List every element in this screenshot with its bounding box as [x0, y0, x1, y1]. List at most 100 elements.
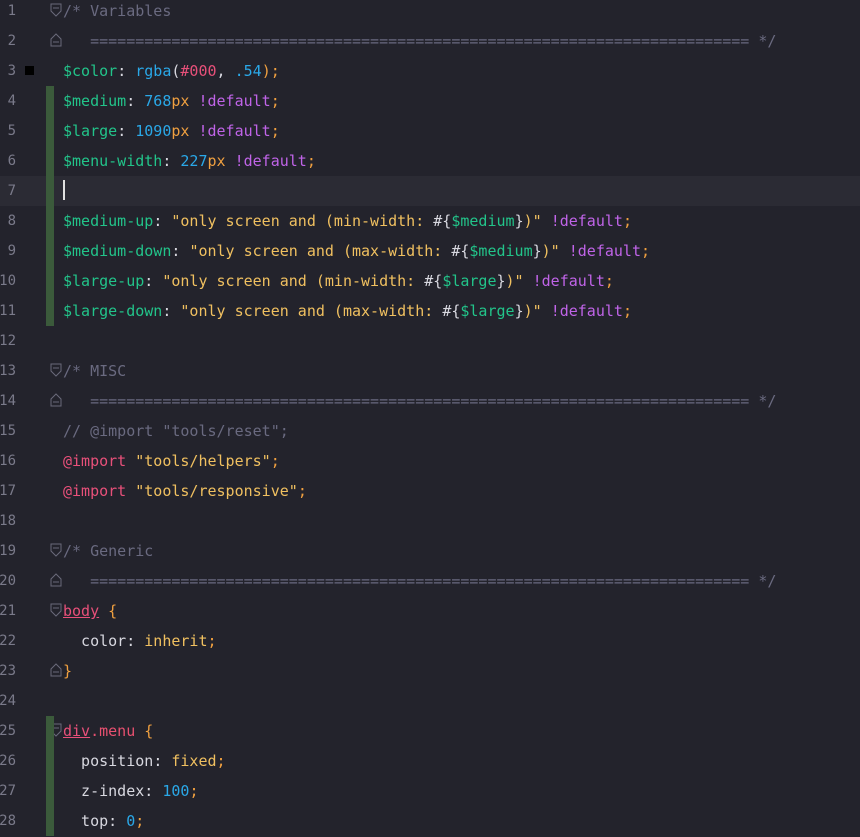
line-number: 9 [0, 236, 16, 266]
line-number-text: 3 [7, 63, 16, 79]
code-line[interactable]: 25 div.menu { [0, 716, 860, 746]
code-line[interactable]: 13 /* MISC [0, 356, 860, 386]
line-number: 23 [0, 656, 16, 686]
code-token: "tools/helpers" [135, 452, 271, 470]
code-line[interactable]: 6 $menu-width: 227px !default; [0, 146, 860, 176]
line-number-text: 28 [0, 813, 16, 829]
fold-marker-icon[interactable] [50, 663, 62, 677]
line-number-text: 6 [7, 153, 16, 169]
code-line[interactable]: 22 color: inherit; [0, 626, 860, 656]
line-number-text: 15 [0, 423, 16, 439]
fold-marker-icon[interactable] [50, 363, 62, 377]
code-token: : [117, 122, 136, 140]
code-line[interactable]: 12 [0, 326, 860, 356]
line-number-text: 22 [0, 633, 16, 649]
code-token: )" [523, 302, 542, 320]
code-text: @import "tools/responsive"; [63, 476, 307, 506]
code-text: color: inherit; [63, 626, 216, 656]
fold-marker-icon[interactable] [50, 543, 62, 557]
code-line[interactable]: 21 body { [0, 596, 860, 626]
code-token: .54 [234, 62, 262, 80]
line-number: 3 [0, 56, 16, 86]
line-number: 20 [0, 566, 16, 596]
code-token: !default [198, 122, 271, 140]
code-line[interactable]: 15 // @import "tools/reset"; [0, 416, 860, 446]
fold-marker-icon[interactable] [50, 3, 62, 17]
line-number: 12 [0, 326, 16, 356]
code-token: : [144, 272, 163, 290]
code-line[interactable]: 19 /* Generic [0, 536, 860, 566]
code-token: ; [135, 812, 145, 830]
code-line[interactable]: 10 $large-up: "only screen and (min-width… [0, 266, 860, 296]
code-text: /* Variables [63, 0, 171, 26]
fold-marker-icon[interactable] [50, 33, 62, 47]
fold-marker-icon[interactable] [50, 603, 62, 617]
code-line[interactable]: 8 $medium-up: "only screen and (min-width… [0, 206, 860, 236]
code-token: ; [270, 92, 280, 110]
code-token: ; [622, 302, 632, 320]
code-line[interactable]: 4 $medium: 768px !default; [0, 86, 860, 116]
code-line[interactable]: 14 =====================================… [0, 386, 860, 416]
line-number-text: 21 [0, 603, 16, 619]
line-number: 4 [0, 86, 16, 116]
line-number: 25 [0, 716, 16, 746]
line-number-text: 11 [0, 303, 16, 319]
code-token: } [63, 662, 73, 680]
code-token: !default [550, 212, 623, 230]
code-token: #{ [442, 302, 461, 320]
code-token: px [171, 92, 190, 110]
line-number-text: 12 [0, 333, 16, 349]
code-token: position [63, 752, 154, 770]
code-line[interactable]: 7 [0, 176, 860, 206]
line-number: 21 [0, 596, 16, 626]
line-number-text: 2 [7, 33, 16, 49]
code-token: // @import "tools/reset"; [63, 422, 289, 440]
code-line[interactable]: 20 =====================================… [0, 566, 860, 596]
code-token: } [514, 212, 524, 230]
code-token: #{ [424, 272, 443, 290]
code-line[interactable]: 18 [0, 506, 860, 536]
code-token: ; [604, 272, 614, 290]
code-line[interactable]: 17 @import "tools/responsive"; [0, 476, 860, 506]
code-text: $medium-down: "only screen and (max-widt… [63, 236, 650, 266]
change-marker [46, 716, 54, 836]
code-line[interactable]: 3 $color: rgba(#000, .54); [0, 56, 860, 86]
line-number: 22 [0, 626, 16, 656]
line-number: 27 [0, 776, 16, 806]
code-token: )" [505, 272, 524, 290]
code-token: ; [270, 122, 280, 140]
code-line[interactable]: 23} [0, 656, 860, 686]
code-line[interactable]: 28 top: 0; [0, 806, 860, 836]
code-line[interactable]: 5 $large: 1090px !default; [0, 116, 860, 146]
code-text: $medium: 768px !default; [63, 86, 280, 116]
line-number: 10 [0, 266, 16, 296]
code-line[interactable]: 16 @import "tools/helpers"; [0, 446, 860, 476]
code-line[interactable]: 1 /* Variables [0, 0, 860, 26]
line-number: 5 [0, 116, 16, 146]
fold-marker-icon[interactable] [50, 573, 62, 587]
code-line[interactable]: 2 ======================================… [0, 26, 860, 56]
bookmark-icon[interactable] [25, 66, 34, 75]
code-line[interactable]: 26 position: fixed; [0, 746, 860, 776]
code-editor[interactable]: 1 /* Variables 2 =========================… [0, 0, 860, 837]
line-number-text: 7 [7, 183, 16, 199]
code-token: { [108, 602, 118, 620]
code-token: : [162, 152, 181, 170]
code-token: ========================================… [63, 32, 777, 50]
code-line[interactable]: 24 [0, 686, 860, 716]
code-token: /* Generic [63, 542, 154, 560]
code-line[interactable]: 11 $large-down: "only screen and (max-wid… [0, 296, 860, 326]
code-line[interactable]: 9 $medium-down: "only screen and (max-wid… [0, 236, 860, 266]
code-text: ========================================… [63, 386, 776, 416]
code-token: : [171, 242, 190, 260]
code-text: ========================================… [63, 566, 776, 596]
code-text: // @import "tools/reset"; [63, 416, 289, 446]
code-token: : [162, 302, 181, 320]
code-token: ; [297, 482, 307, 500]
code-line[interactable]: 27 z-index: 100; [0, 776, 860, 806]
code-token: { [144, 722, 154, 740]
change-marker [46, 86, 54, 326]
fold-marker-icon[interactable] [50, 393, 62, 407]
